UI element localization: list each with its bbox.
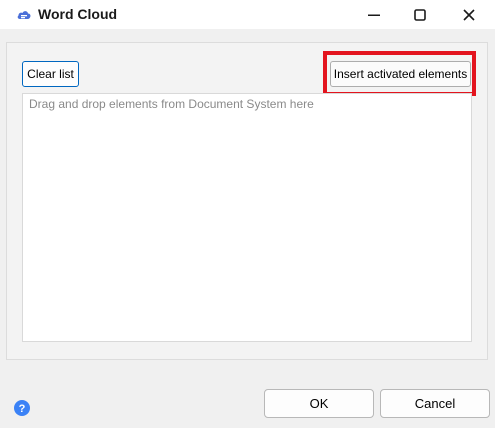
cancel-button[interactable]: Cancel — [380, 389, 490, 418]
close-icon — [463, 8, 475, 21]
insert-activated-elements-button[interactable]: Insert activated elements — [330, 61, 471, 87]
title-bar[interactable]: Word Cloud — [0, 0, 495, 29]
dialog-body: Clear list Insert activated elements Dra… — [0, 29, 495, 428]
drop-target-list[interactable]: Drag and drop elements from Document Sys… — [22, 93, 472, 342]
clear-list-button[interactable]: Clear list — [22, 61, 79, 87]
close-button[interactable] — [446, 0, 492, 29]
svg-text:?: ? — [19, 403, 26, 415]
drop-placeholder: Drag and drop elements from Document Sys… — [29, 97, 314, 111]
help-icon[interactable]: ? — [14, 400, 30, 416]
window-title: Word Cloud — [38, 6, 118, 22]
maximize-icon — [414, 8, 426, 21]
word-cloud-dialog: Word Cloud Clear list Insert activated e… — [0, 0, 495, 428]
maximize-button[interactable] — [397, 0, 443, 29]
ok-button[interactable]: OK — [264, 389, 374, 418]
minimize-icon — [368, 14, 380, 16]
minimize-button[interactable] — [351, 0, 397, 29]
word-cloud-icon — [17, 11, 31, 19]
